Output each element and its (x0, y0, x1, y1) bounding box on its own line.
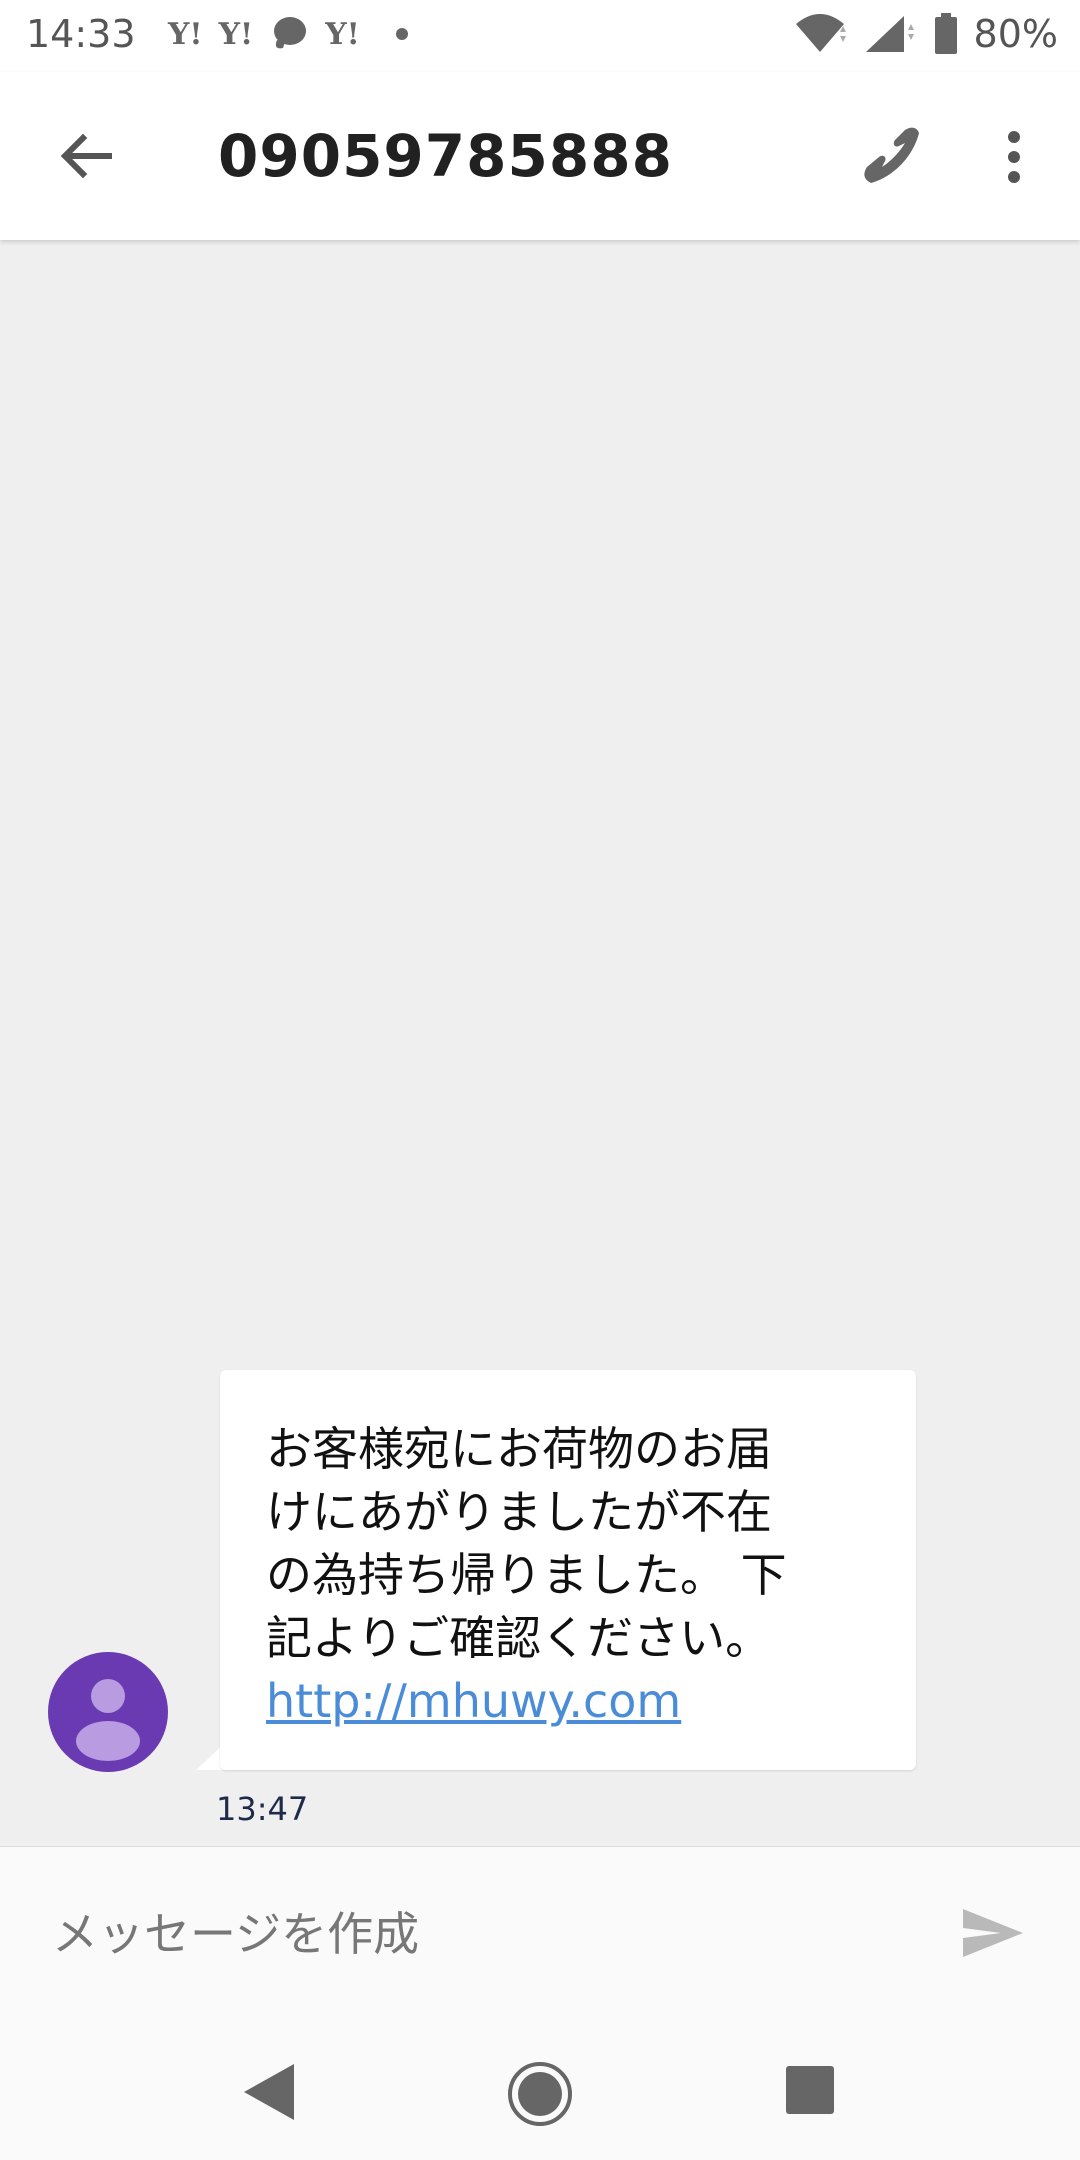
notification-icons: Y! Y! Y! (168, 14, 408, 54)
send-icon (963, 1909, 1023, 1957)
message-bubble[interactable]: お客様宛にお荷物のお届 けにあがりましたが不在 の為持ち帰りました。 下 記より… (220, 1370, 916, 1770)
yahoo-icon: Y! (218, 16, 254, 52)
composer-bar (0, 1846, 1080, 2019)
back-arrow-icon (60, 133, 112, 179)
phone-icon (864, 127, 919, 183)
avatar[interactable] (48, 1652, 168, 1772)
call-button[interactable] (856, 122, 926, 192)
yahoo-icon: Y! (168, 16, 203, 52)
signal-icon (865, 16, 914, 52)
conversation-title: 09059785888 (218, 122, 673, 190)
status-right: 80% (792, 12, 1058, 56)
back-button[interactable] (50, 124, 120, 188)
nav-recents-icon[interactable] (786, 2066, 834, 2114)
status-time: 14:33 (26, 12, 136, 56)
chat-bubble-icon (274, 17, 307, 49)
battery-percent: 80% (973, 12, 1058, 56)
navigation-bar (0, 2018, 1080, 2160)
message-link[interactable]: http://mhuwy.com (266, 1670, 681, 1733)
more-notifications-dot-icon (395, 28, 408, 40)
compose-input[interactable] (50, 1891, 874, 1977)
send-button[interactable] (956, 1901, 1030, 1965)
more-options-button[interactable] (990, 122, 1038, 192)
message-timestamp: 13:47 (216, 1790, 309, 1828)
nav-home-icon[interactable] (506, 2060, 574, 2128)
message-text: お客様宛にお荷物のお届 けにあがりましたが不在 の為持ち帰りました。 下 記より… (266, 1422, 787, 1665)
app-bar: 09059785888 (0, 72, 1080, 240)
person-icon (76, 1679, 140, 1761)
nav-back-icon[interactable] (240, 2062, 296, 2122)
wifi-icon (795, 14, 846, 52)
battery-icon (934, 13, 957, 54)
yahoo-icon: Y! (325, 16, 360, 52)
status-bar: 14:33 Y! Y! Y! 80% (0, 0, 1080, 72)
more-vert-icon (1008, 131, 1020, 183)
